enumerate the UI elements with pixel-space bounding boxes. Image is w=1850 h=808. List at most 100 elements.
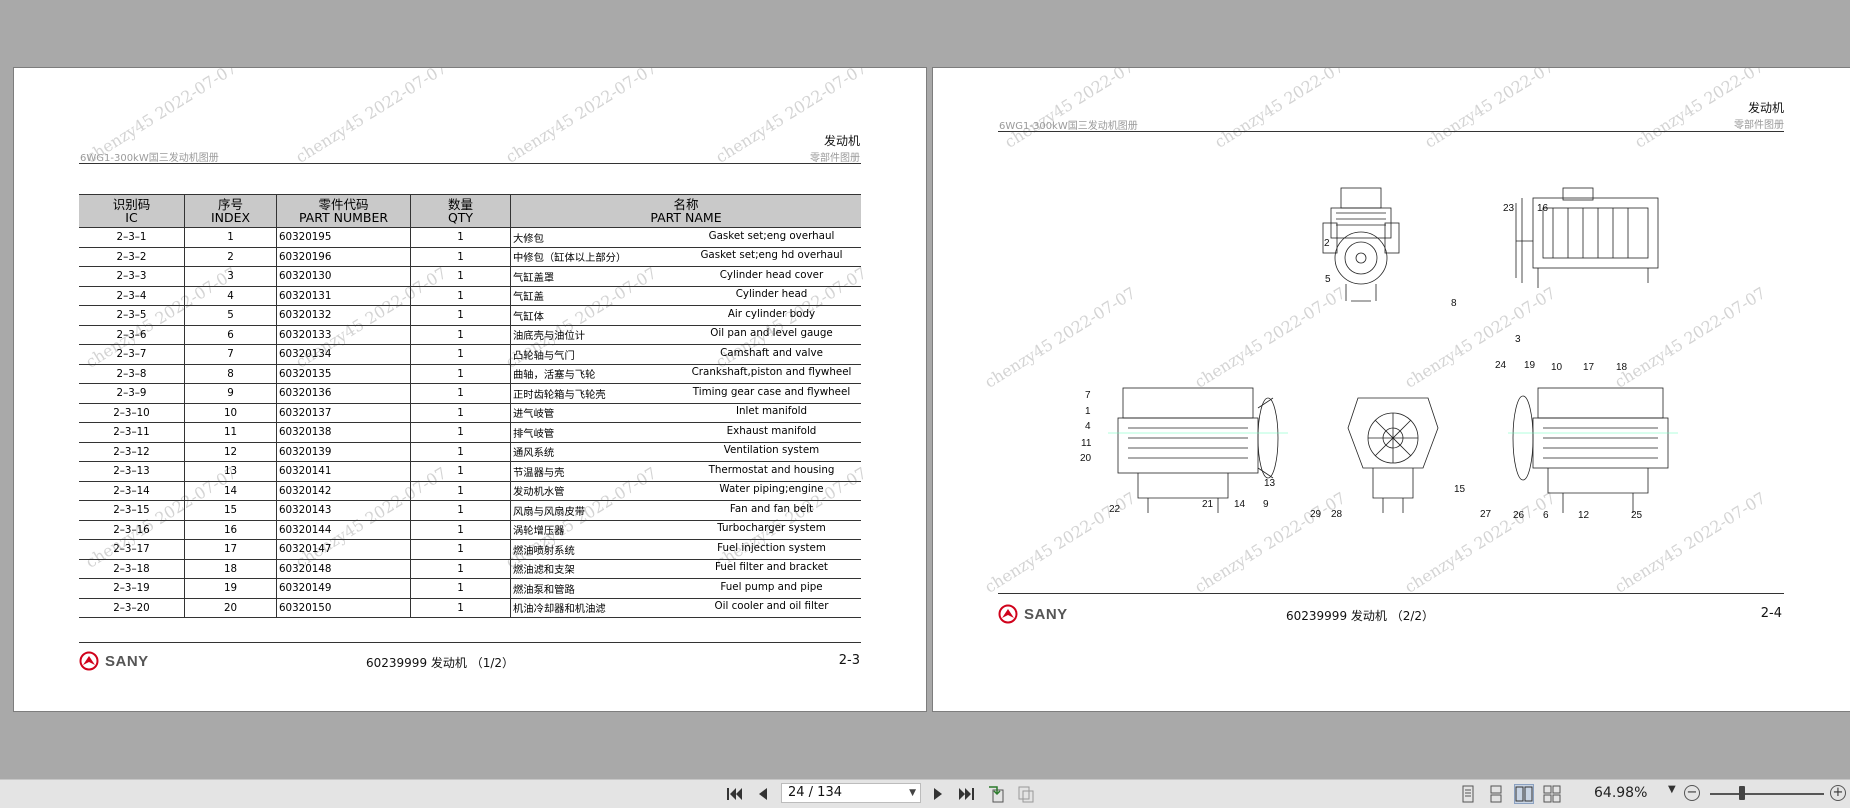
continuous-facing-view-button[interactable]: [1542, 784, 1562, 804]
col-part-name: 名称 PART NAME: [510, 194, 861, 228]
cell-index: 19: [184, 578, 277, 599]
cell-index: 20: [184, 598, 277, 618]
callout-label: 6: [1543, 510, 1549, 521]
callout-label: 13: [1264, 478, 1276, 489]
cell-ic: 2–3–10: [79, 403, 185, 423]
callout-label: 3: [1515, 334, 1521, 345]
table-row: 2–3–9 9 60320136 1 Timing gear case and flyw…: [79, 383, 861, 404]
zoom-dropdown-chevron-icon[interactable]: ▼: [1668, 784, 1676, 795]
cell-ic: 2–3–6: [79, 325, 185, 345]
zoom-slider-track[interactable]: [1710, 793, 1824, 795]
cell-part-name: Camshaft and valve 凸轮轴与气门: [510, 344, 861, 365]
cell-qty: 1: [410, 305, 511, 326]
callout-label: 27: [1480, 509, 1492, 520]
next-page-icon: [934, 788, 942, 800]
header-title: 发动机: [823, 134, 860, 148]
zoom-slider-thumb[interactable]: [1738, 786, 1745, 800]
previous-page-icon: [759, 788, 767, 800]
callout-label: 11: [1081, 438, 1092, 449]
part-name-cn: 曲轴，活塞与飞轮: [513, 369, 596, 382]
previous-view-button[interactable]: [986, 784, 1006, 804]
header-title-sub: 零部件图册: [1734, 120, 1784, 131]
watermark: chenzy45 2022-07-07: [981, 283, 1140, 392]
part-name-cn: 气缸体: [513, 310, 544, 323]
cell-index: 2: [184, 247, 277, 267]
header-subtitle: 6WG1-300kW国三发动机图册: [80, 153, 219, 164]
footer-rule: [998, 593, 1784, 594]
chevron-down-icon[interactable]: ▼: [909, 784, 916, 802]
callout-label: 24: [1495, 360, 1507, 371]
callout-label: 5: [1325, 274, 1331, 285]
next-view-button[interactable]: [1016, 784, 1036, 804]
cell-index: 18: [184, 559, 277, 579]
next-view-icon: [1018, 786, 1034, 803]
cell-part-name: Thermostat and housing 节温器与壳: [510, 461, 861, 482]
cell-part-name: Gasket set;eng overhaul 大修包: [510, 227, 861, 248]
part-name-en: Oil cooler and oil filter: [714, 600, 829, 613]
cell-part-name: Fuel filter and bracket 燃油滤和支架: [510, 559, 861, 579]
facing-view-button[interactable]: [1514, 784, 1534, 804]
cell-qty: 1: [410, 403, 511, 423]
zoom-in-button[interactable]: +: [1830, 785, 1846, 801]
cell-index: 3: [184, 266, 277, 287]
table-row: 2–3–19 19 60320149 1 Fuel pump and pipe 燃油泵和管…: [79, 578, 861, 599]
cell-part-number: 60320137: [276, 403, 411, 423]
cell-part-name: Cylinder head cover 气缸盖罩: [510, 266, 861, 287]
cell-index: 14: [184, 481, 277, 501]
callout-label: 2: [1324, 238, 1330, 249]
table-row: 2–3–4 4 60320131 1 Cylinder head 气缸盖: [79, 286, 861, 306]
cell-index: 7: [184, 344, 277, 365]
zoom-level-label[interactable]: 64.98%: [1594, 785, 1647, 801]
cell-qty: 1: [410, 500, 511, 521]
cell-part-name: Fuel injection system 燃油喷射系统: [510, 539, 861, 560]
part-name-en: Ventilation system: [723, 444, 820, 457]
first-page-button[interactable]: [725, 784, 745, 804]
page-number-input[interactable]: 24 / 134 ▼: [781, 783, 921, 803]
footer-page-number: 2-4: [1760, 606, 1782, 621]
cell-part-name: Oil cooler and oil filter 机油冷却器和机油滤: [510, 598, 861, 618]
table-row: 2–3–10 10 60320137 1 Inlet manifold 进气岐管: [79, 403, 861, 423]
next-page-button[interactable]: [928, 784, 948, 804]
callout-label: 23: [1503, 203, 1515, 214]
part-name-cn: 正时齿轮箱与飞轮壳: [513, 388, 606, 401]
watermark: chenzy45 2022-07-07: [1421, 67, 1580, 152]
previous-page-button[interactable]: [753, 784, 773, 804]
engine-left-side-illustration: [1108, 387, 1288, 513]
cell-index: 15: [184, 500, 277, 521]
single-page-view-button[interactable]: [1458, 784, 1478, 804]
zoom-out-button[interactable]: −: [1684, 785, 1700, 801]
cell-qty: 1: [410, 383, 511, 404]
cell-index: 4: [184, 286, 277, 306]
cell-part-name: Turbocharger system 涡轮增压器: [510, 520, 861, 540]
cell-qty: 1: [410, 461, 511, 482]
cell-ic: 2–3–11: [79, 422, 185, 443]
continuous-view-button[interactable]: [1486, 784, 1506, 804]
table-row: 2–3–20 20 60320150 1 Oil cooler and oil filt…: [79, 598, 861, 618]
sany-logo-text: SANY: [105, 652, 149, 670]
cell-part-number: 60320134: [276, 344, 411, 365]
part-name-en: Exhaust manifold: [726, 424, 817, 437]
table-row: 2–3–3 3 60320130 1 Cylinder head cover 气缸盖罩: [79, 266, 861, 287]
pdf-page-left: chenzy45 2022-07-07 chenzy45 2022-07-07 …: [13, 67, 927, 712]
part-name-en: Fan and fan belt: [729, 502, 814, 515]
table-row: 2–3–6 6 60320133 1 Oil pan and level gauge 油底…: [79, 325, 861, 345]
cell-ic: 2–3–5: [79, 305, 185, 326]
footer-page-number: 2-3: [838, 653, 860, 668]
sany-logo-icon: [998, 604, 1018, 624]
cell-qty: 1: [410, 442, 511, 462]
cell-part-number: 60320149: [276, 578, 411, 599]
cell-index: 6: [184, 325, 277, 345]
part-name-cn: 机油冷却器和机油滤: [513, 603, 606, 616]
callout-label: 1: [1085, 406, 1091, 417]
cell-part-name: Ventilation system 通风系统: [510, 442, 861, 462]
callout-label: 18: [1616, 362, 1628, 373]
part-name-en: Thermostat and housing: [708, 463, 835, 476]
last-page-button[interactable]: [956, 784, 976, 804]
part-name-cn: 燃油喷射系统: [513, 544, 575, 557]
cell-qty: 1: [410, 344, 511, 365]
cell-ic: 2–3–12: [79, 442, 185, 462]
cell-part-number: 60320147: [276, 539, 411, 560]
col-qty: 数量 QTY: [410, 194, 511, 228]
cell-part-number: 60320139: [276, 442, 411, 462]
part-name-en: Cylinder head: [735, 288, 808, 301]
